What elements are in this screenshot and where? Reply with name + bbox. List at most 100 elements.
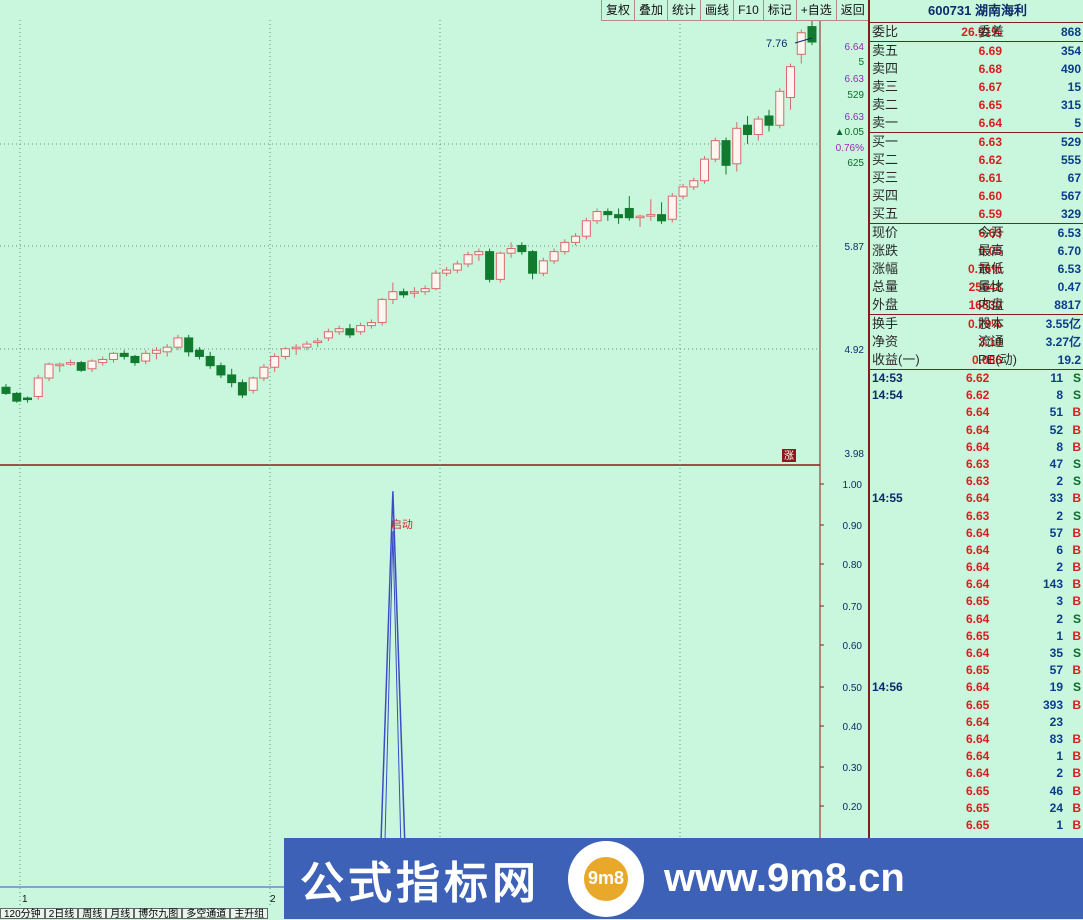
toolbar-button-2[interactable]: 统计 — [667, 0, 700, 20]
toolbar-button-4[interactable]: F10 — [733, 0, 763, 20]
field-label: PE(动) — [978, 352, 1018, 367]
candle-body — [743, 124, 753, 135]
tick-price: 6.64 — [966, 405, 990, 420]
tick-direction: B — [1072, 697, 1081, 712]
toolbar-button-1[interactable]: 叠加 — [634, 0, 667, 20]
level-label: 卖四 — [872, 61, 899, 76]
tick-direction: B — [1072, 594, 1081, 609]
toolbar-button-0[interactable]: 复权 — [601, 0, 634, 20]
tick-price: 6.65 — [966, 697, 990, 712]
ask-row: 卖五 6.69 354 — [870, 42, 1083, 60]
tick-volume: 57 — [1049, 525, 1063, 540]
candle-body — [710, 140, 720, 160]
fund-row: 收益(一) 0.086 PE(动) 19.2 — [870, 351, 1083, 369]
tick-row: 6.64 57 B — [870, 525, 1083, 542]
level-label: 买五 — [872, 206, 899, 221]
tick-direction: B — [1072, 731, 1081, 746]
tick-volume: 393 — [1042, 697, 1063, 712]
candle-body — [205, 355, 215, 367]
level-label: 卖五 — [872, 43, 899, 58]
indicator-axis-label: 0.80 — [843, 560, 863, 571]
tick-time: 14:56 — [872, 680, 903, 695]
candle-body — [248, 377, 258, 391]
tick-direction: B — [1072, 766, 1081, 781]
tick-row: 6.64 8 B — [870, 439, 1083, 456]
level-label: 卖二 — [872, 97, 899, 112]
tick-row: 14:54 6.62 8 S — [870, 387, 1083, 404]
tick-row: 6.63 2 S — [870, 473, 1083, 490]
candle-body — [173, 337, 183, 348]
indicator-axis-label: 1.00 — [843, 480, 863, 491]
tick-direction: B — [1072, 422, 1081, 437]
chart-area[interactable]: 6.64 5 6.63 529 6.63 ▲0.05 0.76% 625 5.87 4.92 3.9… — [0, 0, 869, 919]
level-volume: 5 — [1074, 116, 1081, 130]
tick-price: 6.64 — [966, 577, 990, 592]
tick-price: 6.64 — [966, 714, 990, 729]
level-label: 买四 — [872, 188, 899, 203]
tick-price: 6.64 — [966, 646, 990, 660]
price-axis-label: 3.98 — [845, 449, 865, 460]
logo-icon: 9m8 — [568, 840, 644, 917]
tick-price: 6.64 — [966, 731, 990, 746]
candle-body — [581, 220, 591, 237]
tick-direction: B — [1072, 439, 1081, 454]
tick-price: 6.64 — [966, 680, 990, 695]
toolbar-button-5[interactable]: 标记 — [762, 0, 796, 20]
tick-row: 6.65 393 B — [870, 697, 1083, 714]
field-label: 净资 — [872, 334, 899, 349]
tick-price: 6.64 — [966, 542, 990, 557]
tick-price: 6.62 — [966, 388, 990, 403]
candle-body — [162, 346, 172, 353]
period-tab[interactable]: 月线 — [106, 908, 135, 920]
tick-price: 6.64 — [966, 439, 990, 454]
tick-time: 14:53 — [872, 371, 903, 385]
price-axis-label: 6.64 — [845, 42, 865, 53]
logo-text: 9m8 — [584, 856, 628, 901]
indicator-axis-label: 0.90 — [843, 521, 863, 532]
candle-body — [119, 352, 129, 357]
tick-list[interactable]: 14:53 6.62 11 S 14:54 6.62 8 S 6.64 51 B 6.64 52 B 6.6… — [870, 370, 1083, 834]
candle-body — [108, 352, 118, 361]
period-tab[interactable]: 周线 — [78, 908, 107, 920]
signal-label: 启动 — [391, 518, 413, 531]
field-label: 流通 — [978, 334, 1005, 349]
level-price: 6.64 — [978, 116, 1002, 130]
period-tab[interactable]: 多空通道 — [182, 908, 231, 920]
tick-direction: S — [1072, 646, 1081, 660]
period-tab[interactable]: 120分钟 — [0, 908, 45, 920]
tick-volume: 46 — [1049, 783, 1063, 798]
toolbar-button-6[interactable]: +自选 — [795, 0, 836, 20]
candle-body — [33, 377, 43, 398]
tick-direction: S — [1072, 371, 1081, 385]
indicator-axis-label: 0.70 — [843, 602, 863, 613]
kline-chart[interactable]: 6.64 5 6.63 529 6.63 ▲0.05 0.76% 625 5.87 4.92 3.9… — [0, 0, 868, 919]
tick-row: 6.64 2 B — [870, 765, 1083, 782]
toolbar-button-3[interactable]: 画线 — [700, 0, 733, 20]
candle-body — [76, 362, 86, 371]
candle-body — [12, 392, 22, 402]
tick-direction: B — [1072, 491, 1081, 506]
price-axis-label: 6.63 — [845, 112, 865, 123]
tick-volume: 1 — [1056, 817, 1063, 832]
quote-row: 涨幅 0.76% 最低 6.53 — [870, 260, 1083, 278]
level-price: 6.60 — [978, 189, 1002, 203]
tick-row: 6.64 23 — [870, 714, 1083, 731]
candle-body — [280, 348, 290, 357]
bid-row: 买四 6.60 567 — [870, 187, 1083, 205]
level-label: 卖一 — [872, 115, 899, 130]
tick-row: 14:56 6.64 19 S — [870, 679, 1083, 696]
period-tab[interactable]: 2日线 — [44, 908, 79, 920]
tick-row: 6.63 47 S — [870, 456, 1083, 473]
period-tab[interactable]: 博尔九图 — [134, 908, 183, 920]
tick-price: 6.64 — [966, 525, 990, 540]
field-label: 现价 — [872, 225, 899, 240]
tick-direction: B — [1072, 525, 1081, 540]
tick-row: 6.64 35 S — [870, 645, 1083, 662]
ratio-diff-label: 委差 — [978, 24, 1005, 39]
price-axis-label: ▲0.05 — [835, 127, 865, 138]
period-tab[interactable]: 主升组 — [230, 908, 269, 920]
toolbar-button-7[interactable]: 返回 — [835, 0, 869, 20]
candle-body — [786, 66, 796, 98]
tick-price: 6.65 — [966, 663, 990, 678]
candle-body — [452, 263, 462, 271]
